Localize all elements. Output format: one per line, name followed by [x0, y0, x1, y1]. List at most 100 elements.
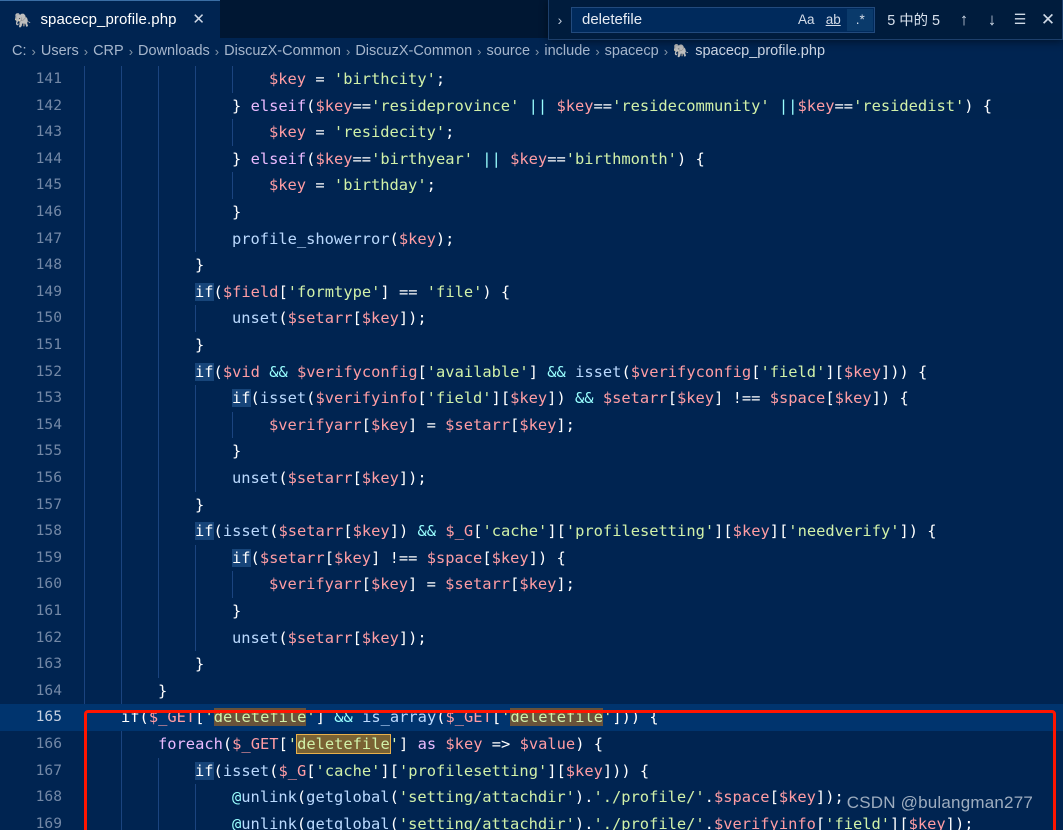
line-content[interactable]: if($field['formtype'] == 'file') { [195, 279, 510, 306]
code-line[interactable]: 169 @unlink(getglobal('setting/attachdir'… [0, 811, 1063, 830]
line-content[interactable]: $key = 'birthcity'; [269, 66, 445, 93]
code-line[interactable]: 141 $key = 'birthcity'; [0, 66, 1063, 93]
code-line[interactable]: 161} [0, 598, 1063, 625]
breadcrumb-item-discuzx-common[interactable]: DiscuzX-Common [220, 43, 345, 59]
find-result-count: 5 中的 5 [887, 13, 940, 29]
line-content[interactable]: unset($setarr[$key]); [232, 305, 427, 332]
line-content[interactable]: } [158, 678, 167, 705]
code-line[interactable]: 159 if($setarr[$key] !== $space[$key]) { [0, 545, 1063, 572]
breadcrumb-item-crp[interactable]: CRP [89, 43, 128, 59]
editor[interactable]: 141 $key = 'birthcity'; 142} elseif($key==… [0, 64, 1063, 830]
regex-icon[interactable]: .* [847, 8, 874, 31]
code-line[interactable]: 163} [0, 651, 1063, 678]
breadcrumb-item-spacecp[interactable]: spacecp [601, 43, 663, 59]
code-line[interactable]: 143 $key = 'residecity'; [0, 119, 1063, 146]
find-next-icon[interactable]: ↓ [978, 7, 1006, 33]
breadcrumb-item-include[interactable]: include [540, 43, 594, 59]
breadcrumb-item-source[interactable]: source [483, 43, 535, 59]
line-content[interactable]: foreach($_GET['deletefile'] as $key => $… [158, 731, 603, 758]
line-number: 169 [35, 814, 62, 830]
breadcrumb-item-discuzx-common[interactable]: DiscuzX-Common [351, 43, 476, 59]
line-content[interactable]: @unlink(getglobal('setting/attachdir').'… [232, 784, 844, 811]
line-number: 153 [35, 389, 62, 407]
line-content[interactable]: unset($setarr[$key]); [232, 465, 427, 492]
line-content[interactable]: } [232, 199, 241, 226]
code-lines[interactable]: 141 $key = 'birthcity'; 142} elseif($key==… [0, 64, 1063, 830]
line-content[interactable]: if(isset($_G['cache']['profilesetting'][… [195, 758, 649, 785]
breadcrumb: C: › Users › CRP › Downloads › DiscuzX-Common › Di… [0, 38, 1063, 64]
breadcrumb-item-spacecp-profile-php[interactable]: 🐘 spacecp_profile.php [669, 43, 829, 59]
find-input[interactable]: deletefile [572, 11, 793, 28]
find-in-selection-icon[interactable]: ☰ [1006, 7, 1034, 33]
code-line[interactable]: 149 if($field['formtype'] == 'file') { [0, 279, 1063, 306]
breadcrumb-item-downloads[interactable]: Downloads [134, 43, 214, 59]
line-number: 161 [35, 602, 62, 619]
line-number: 168 [35, 788, 62, 806]
code-line[interactable]: 167 if(isset($_G['cache']['profilesetting… [0, 758, 1063, 785]
code-line[interactable]: 148} [0, 252, 1063, 279]
watermark: CSDN @bulangman277 [846, 793, 1033, 812]
line-number: 144 [35, 149, 62, 167]
line-number: 152 [35, 362, 62, 380]
code-line[interactable]: 156 unset($setarr[$key]); [0, 465, 1063, 492]
line-content[interactable]: @unlink(getglobal('setting/attachdir').'… [232, 811, 973, 830]
breadcrumb-item-users[interactable]: Users [37, 43, 83, 59]
code-line[interactable]: 165 if($_GET['deletefile'] && is_array($_… [0, 704, 1063, 731]
line-content[interactable]: } elseif($key=='resideprovince' || $key=… [232, 93, 992, 120]
line-number: 146 [35, 203, 62, 220]
line-number: 165 [35, 708, 62, 726]
breadcrumb-item-c-[interactable]: C: [8, 43, 31, 59]
line-number: 167 [35, 761, 62, 779]
code-line[interactable]: 153 if(isset($verifyinfo['field'][$key]) … [0, 385, 1063, 412]
line-content[interactable]: } elseif($key=='birthyear' || $key=='bir… [232, 146, 705, 173]
code-line[interactable]: 158 if(isset($setarr[$key]) && $_G['cache… [0, 518, 1063, 545]
line-content[interactable]: } [195, 492, 204, 519]
line-content[interactable]: } [195, 651, 204, 678]
toggle-replace-chevron-icon[interactable]: › [549, 12, 571, 28]
line-content[interactable]: $verifyarr[$key] = $setarr[$key]; [269, 412, 575, 439]
tab-close-icon[interactable]: ✕ [191, 12, 207, 27]
line-number: 145 [35, 176, 62, 194]
php-elephant-icon: 🐘 [14, 11, 32, 28]
code-line[interactable]: 142} elseif($key=='resideprovince' || $k… [0, 93, 1063, 120]
line-content[interactable]: unset($setarr[$key]); [232, 625, 427, 652]
line-content[interactable]: } [195, 252, 204, 279]
line-content[interactable]: if($setarr[$key] !== $space[$key]) { [232, 545, 566, 572]
line-number: 149 [35, 282, 62, 300]
code-line[interactable]: 162 unset($setarr[$key]); [0, 625, 1063, 652]
line-content[interactable]: } [232, 598, 241, 625]
code-line[interactable]: 145 $key = 'birthday'; [0, 172, 1063, 199]
code-line[interactable]: 160 $verifyarr[$key] = $setarr[$key]; [0, 571, 1063, 598]
code-line[interactable]: 152 if($vid && $verifyconfig['available']… [0, 359, 1063, 386]
tab-spacecp-profile-php[interactable]: 🐘 spacecp_profile.php ✕ [0, 0, 220, 38]
code-line[interactable]: 166 foreach($_GET['deletefile'] as $key =… [0, 731, 1063, 758]
find-input-wrapper[interactable]: deletefile Aa ab .* [571, 6, 876, 33]
breadcrumb-item-label: spacecp_profile.php [695, 43, 826, 59]
line-content[interactable]: $key = 'birthday'; [269, 172, 436, 199]
line-content[interactable]: $verifyarr[$key] = $setarr[$key]; [269, 571, 575, 598]
code-line[interactable]: 144 } elseif($key=='birthyear' || $key=='… [0, 146, 1063, 173]
line-content[interactable]: $key = 'residecity'; [269, 119, 454, 146]
code-line[interactable]: 154 $verifyarr[$key] = $setarr[$key]; [0, 412, 1063, 439]
code-line[interactable]: 157} [0, 492, 1063, 519]
match-case-icon[interactable]: Aa [793, 9, 819, 31]
code-line[interactable]: 151} [0, 332, 1063, 359]
find-widget[interactable]: › deletefile Aa ab .* 5 中的 5 ↑ ↓ ☰ ✕ [548, 0, 1063, 40]
code-line[interactable]: 150 unset($setarr[$key]); [0, 305, 1063, 332]
line-content[interactable]: } [232, 438, 241, 465]
find-previous-icon[interactable]: ↑ [950, 7, 978, 33]
find-close-icon[interactable]: ✕ [1034, 7, 1062, 33]
line-number: 166 [35, 735, 62, 752]
line-number: 155 [35, 442, 62, 460]
code-line[interactable]: 155} [0, 438, 1063, 465]
code-line[interactable]: 146} [0, 199, 1063, 226]
line-content[interactable]: if($_GET['deletefile'] && is_array($_GET… [121, 704, 659, 731]
line-content[interactable]: if(isset($verifyinfo['field'][$key]) && … [232, 385, 909, 412]
whole-word-icon[interactable]: ab [820, 9, 846, 31]
line-content[interactable]: profile_showerror($key); [232, 226, 454, 253]
line-content[interactable]: if($vid && $verifyconfig['available'] &&… [195, 359, 927, 386]
line-content[interactable]: if(isset($setarr[$key]) && $_G['cache'][… [195, 518, 937, 545]
code-line[interactable]: 147 profile_showerror($key); [0, 226, 1063, 253]
code-line[interactable]: 164} [0, 678, 1063, 705]
line-content[interactable]: } [195, 332, 204, 359]
